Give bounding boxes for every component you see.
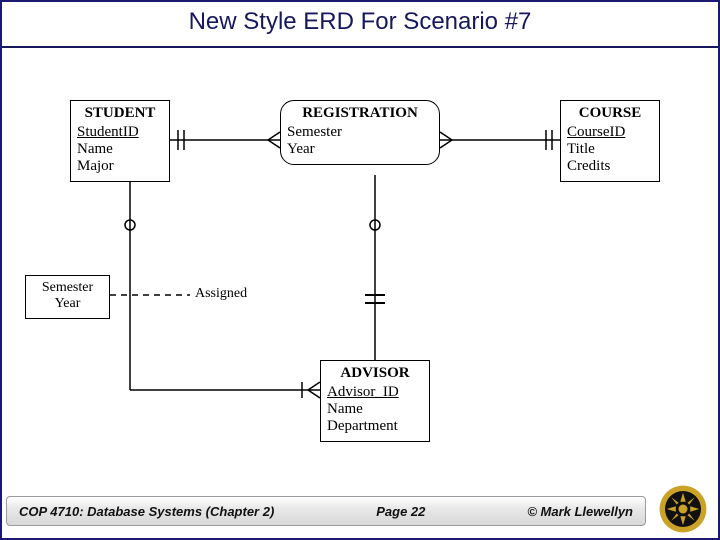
entity-course-pk: CourseID: [567, 124, 653, 141]
ucf-logo-icon: [656, 482, 710, 536]
entity-registration-name: REGISTRATION: [287, 105, 433, 122]
entity-registration-attr0: Semester: [287, 124, 433, 141]
footer-page: Page 22: [376, 504, 425, 519]
page-title: New Style ERD For Scenario #7: [0, 8, 720, 36]
title-divider: [2, 46, 718, 48]
entity-advisor-attr1: Department: [327, 418, 423, 435]
entity-advisor-name: ADVISOR: [327, 365, 423, 382]
footer-bar: COP 4710: Database Systems (Chapter 2) P…: [6, 496, 646, 526]
entity-student-attr1: Major: [77, 158, 163, 175]
entity-semesteryear: Semester Year: [25, 275, 110, 319]
semesteryear-line0: Semester: [32, 280, 103, 296]
entity-course-attr0: Title: [567, 141, 653, 158]
entity-advisor-attr0: Name: [327, 401, 423, 418]
footer-copyright: © Mark Llewellyn: [527, 504, 633, 519]
entity-registration-attr1: Year: [287, 141, 433, 158]
entity-student: STUDENT StudentID Name Major: [70, 100, 170, 182]
entity-course-name: COURSE: [567, 105, 653, 122]
entity-advisor-pk: Advisor_ID: [327, 384, 423, 401]
semesteryear-line1: Year: [32, 296, 103, 312]
entity-advisor: ADVISOR Advisor_ID Name Department: [320, 360, 430, 442]
entity-student-attr0: Name: [77, 141, 163, 158]
entity-registration: REGISTRATION Semester Year: [280, 100, 440, 165]
footer-course: COP 4710: Database Systems (Chapter 2): [19, 504, 274, 519]
entity-student-pk: StudentID: [77, 124, 163, 141]
erd-canvas: STUDENT StudentID Name Major REGISTRATIO…: [10, 60, 710, 480]
entity-student-name: STUDENT: [77, 105, 163, 122]
entity-course: COURSE CourseID Title Credits: [560, 100, 660, 182]
relationship-assigned-label: Assigned: [195, 286, 247, 302]
entity-course-attr1: Credits: [567, 158, 653, 175]
